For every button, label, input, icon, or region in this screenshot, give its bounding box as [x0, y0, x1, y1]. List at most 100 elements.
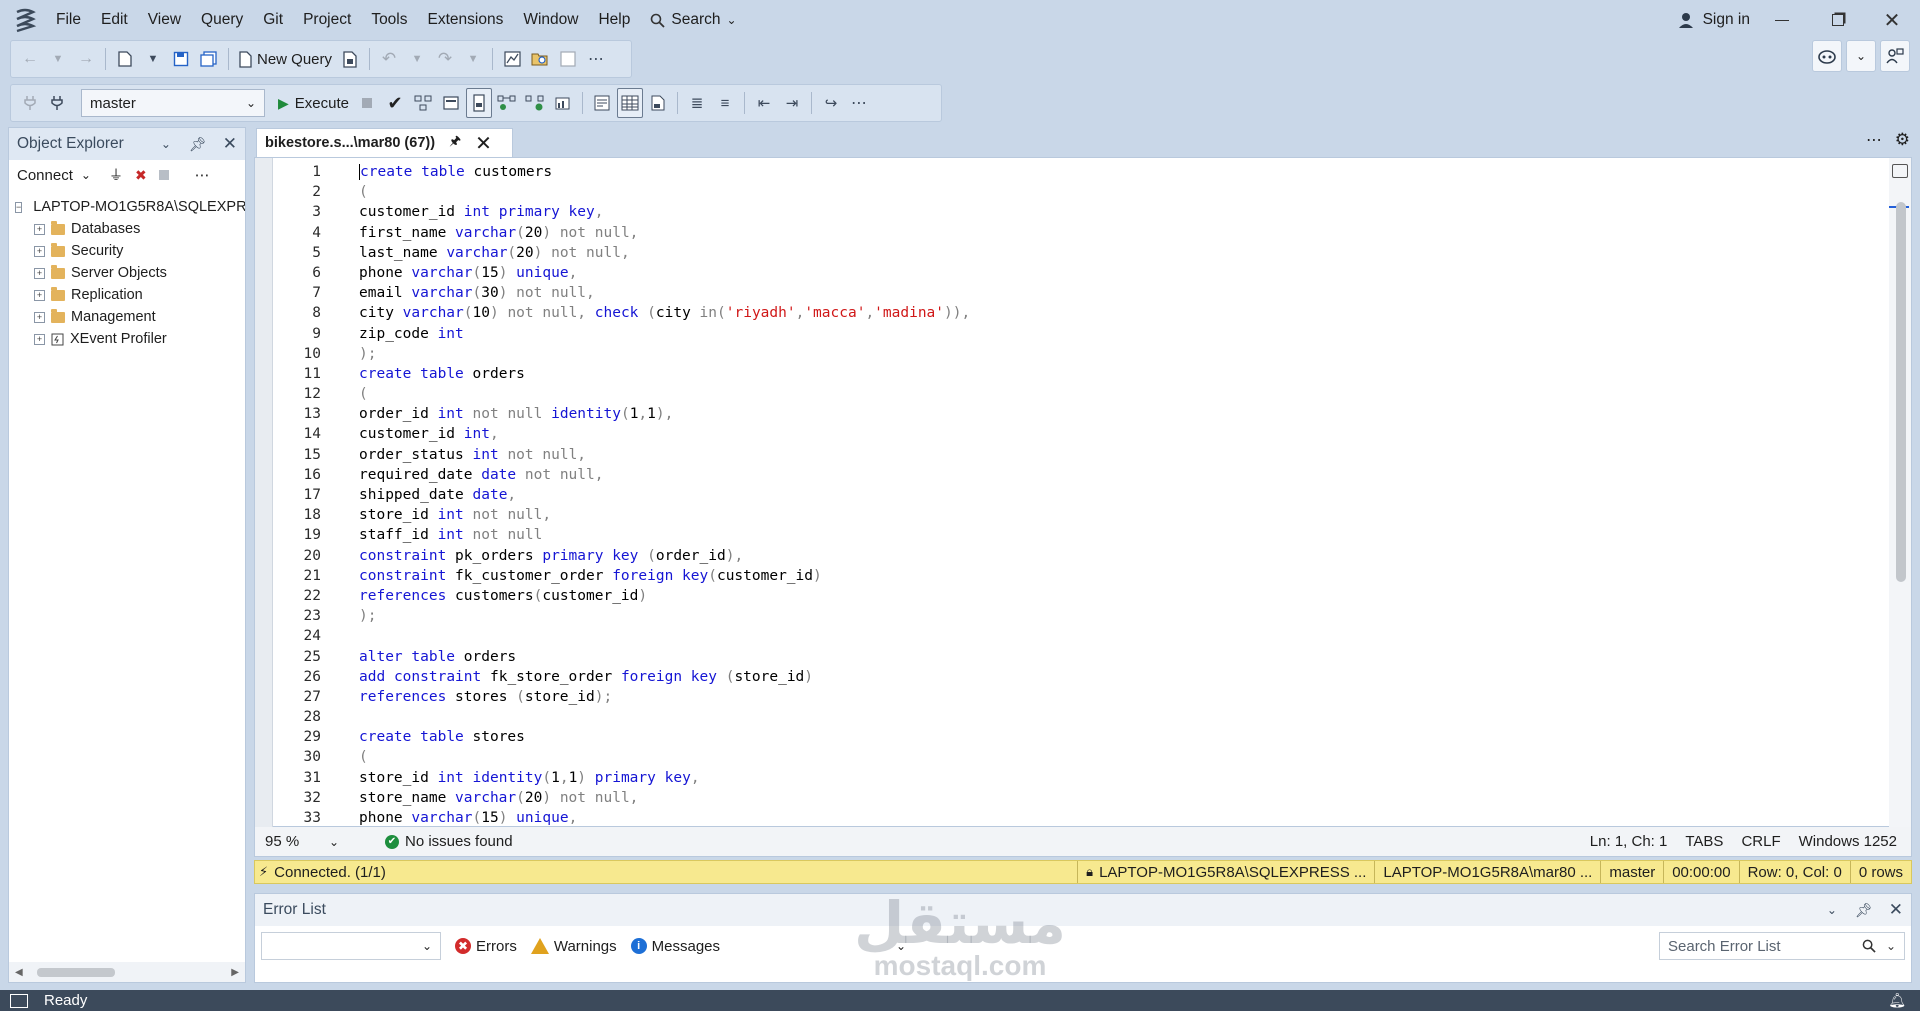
- code-line[interactable]: 24: [273, 626, 1873, 646]
- scroll-right-icon[interactable]: ▶: [231, 967, 239, 978]
- code-line[interactable]: 2(: [273, 182, 1873, 202]
- tree-item-management[interactable]: + Management: [9, 306, 245, 328]
- connect-button[interactable]: [17, 88, 43, 118]
- undo-button[interactable]: ↶: [376, 44, 402, 74]
- back-dropdown[interactable]: ▼: [45, 44, 71, 74]
- disconnect-icon[interactable]: ✖: [135, 167, 147, 184]
- tree-item-replication[interactable]: + Replication: [9, 284, 245, 306]
- save-all-button[interactable]: [196, 44, 222, 74]
- code-line[interactable]: 12 (: [273, 384, 1873, 404]
- code-line[interactable]: 6 phone varchar(15) unique,: [273, 263, 1873, 283]
- split-editor-icon[interactable]: [1892, 164, 1908, 178]
- scrollbar-thumb[interactable]: [1896, 202, 1906, 582]
- horizontal-scrollbar[interactable]: ◀ ▶: [9, 962, 245, 982]
- restore-button[interactable]: [1810, 0, 1866, 40]
- errors-filter-button[interactable]: ✖ Errors: [455, 938, 517, 955]
- activity-monitor-button[interactable]: [499, 44, 525, 74]
- close-window-button[interactable]: ✕: [1864, 0, 1920, 40]
- database-engine-query-button[interactable]: [337, 44, 363, 74]
- menu-window[interactable]: Window: [513, 0, 588, 40]
- messages-filter-button[interactable]: i Messages: [630, 938, 720, 955]
- code-editor[interactable]: 1 create table customers 2(3 customer_id in…: [254, 157, 1912, 828]
- minimize-button[interactable]: [1754, 0, 1810, 40]
- copilot-button[interactable]: [1812, 40, 1842, 72]
- more-toolbar-button[interactable]: ⋯: [583, 44, 609, 74]
- close-panel-icon[interactable]: ✕: [1889, 900, 1903, 920]
- code-line[interactable]: 19 staff_id int not null: [273, 525, 1873, 545]
- expand-icon[interactable]: +: [34, 267, 45, 279]
- code-line[interactable]: 25 alter table orders: [273, 647, 1873, 667]
- menu-search[interactable]: Search ⌄: [640, 11, 746, 29]
- tree-item-databases[interactable]: + Databases: [9, 218, 245, 240]
- results-to-grid-button[interactable]: [616, 88, 643, 118]
- menu-extensions[interactable]: Extensions: [418, 0, 514, 40]
- copilot-dropdown[interactable]: ⌄: [1846, 40, 1876, 72]
- gear-icon[interactable]: ⚙: [1895, 130, 1910, 150]
- code-line[interactable]: 31 store_id int identity(1,1) primary key…: [273, 768, 1873, 788]
- code-line[interactable]: 1 create table customers: [273, 162, 1873, 182]
- code-line[interactable]: 7 email varchar(30) not null,: [273, 283, 1873, 303]
- indent-mode[interactable]: TABS: [1685, 833, 1723, 850]
- vertical-scrollbar[interactable]: [1889, 158, 1911, 828]
- warnings-filter-button[interactable]: Warnings: [530, 938, 617, 955]
- code-line[interactable]: 8 city varchar(10) not null, check (city …: [273, 303, 1873, 323]
- code-line[interactable]: 26 add constraint fk_store_order foreign …: [273, 667, 1873, 687]
- window-position-button[interactable]: ⌄: [161, 137, 171, 151]
- change-connection-button[interactable]: [45, 88, 71, 118]
- pin-tab-icon[interactable]: 🖈︎: [449, 132, 461, 154]
- menu-view[interactable]: View: [138, 0, 191, 40]
- object-explorer-details-button[interactable]: [527, 44, 553, 74]
- menu-git[interactable]: Git: [253, 0, 293, 40]
- new-project-dropdown[interactable]: ▼: [140, 44, 166, 74]
- notifications-icon[interactable]: 🔔︎: [1888, 992, 1906, 1009]
- decrease-indent-button[interactable]: ⇤: [751, 88, 777, 118]
- forward-button[interactable]: →: [73, 44, 99, 74]
- code-line[interactable]: 5 last_name varchar(20) not null,: [273, 243, 1873, 263]
- client-statistics-button[interactable]: [550, 88, 576, 118]
- query-options-button[interactable]: [438, 88, 464, 118]
- uncomment-lines-button[interactable]: ≡: [712, 88, 738, 118]
- scrollbar-thumb[interactable]: [36, 967, 115, 977]
- stop-icon[interactable]: [158, 170, 169, 180]
- new-project-button[interactable]: [112, 44, 138, 74]
- redo-dropdown[interactable]: ▼: [460, 44, 486, 74]
- include-actual-plan-button[interactable]: [494, 88, 520, 118]
- collapse-icon[interactable]: −: [15, 201, 23, 213]
- menu-edit[interactable]: Edit: [91, 0, 138, 40]
- code-line[interactable]: 17 shipped_date date,: [273, 485, 1873, 505]
- code-line[interactable]: 20 constraint pk_orders primary key (orde…: [273, 546, 1873, 566]
- tree-item-server-objects[interactable]: + Server Objects: [9, 262, 245, 284]
- expand-icon[interactable]: +: [34, 311, 45, 323]
- execute-button[interactable]: ▶ Execute: [275, 88, 352, 118]
- comment-lines-button[interactable]: ≣: [684, 88, 710, 118]
- menu-help[interactable]: Help: [588, 0, 640, 40]
- back-button[interactable]: ←: [17, 44, 43, 74]
- expand-icon[interactable]: +: [34, 289, 45, 301]
- tree-item-xevent-profiler[interactable]: + XEvent Profiler: [9, 328, 245, 350]
- code-line[interactable]: 29 create table stores: [273, 727, 1873, 747]
- error-list-search[interactable]: Search Error List ⌄: [1659, 932, 1905, 960]
- file-encoding[interactable]: Windows 1252: [1799, 833, 1897, 850]
- code-line[interactable]: 13 order_id int not null identity(1,1),: [273, 404, 1873, 424]
- code-line[interactable]: 15 order_status int not null,: [273, 445, 1873, 465]
- intellisense-toggle[interactable]: [465, 88, 492, 118]
- close-panel-icon[interactable]: ✕: [223, 134, 237, 154]
- expand-icon[interactable]: +: [34, 223, 45, 235]
- issues-indicator[interactable]: ✔ No issues found: [385, 833, 513, 850]
- specify-template-values-button[interactable]: ↪: [818, 88, 844, 118]
- expand-icon[interactable]: +: [34, 333, 45, 345]
- zoom-select[interactable]: 95 % ⌄: [259, 830, 345, 854]
- tree-server-node[interactable]: − LAPTOP-MO1G5R8A\SQLEXPRESS: [9, 196, 245, 218]
- tab-overflow-icon[interactable]: ⋯: [1866, 130, 1882, 150]
- code-line[interactable]: 33 phone varchar(15) unique,: [273, 808, 1873, 828]
- scroll-left-icon[interactable]: ◀: [15, 967, 23, 978]
- database-select[interactable]: master ⌄: [81, 89, 265, 117]
- connect-dropdown[interactable]: Connect ⌄: [17, 167, 91, 184]
- feedback-button[interactable]: [1880, 40, 1910, 72]
- code-line[interactable]: 10);: [273, 344, 1873, 364]
- parse-button[interactable]: ✔: [382, 88, 408, 118]
- code-line[interactable]: 22 references customers(customer_id): [273, 586, 1873, 606]
- more-icon[interactable]: ⋯: [195, 166, 210, 184]
- display-estimated-plan-button[interactable]: [410, 88, 436, 118]
- menu-query[interactable]: Query: [191, 0, 253, 40]
